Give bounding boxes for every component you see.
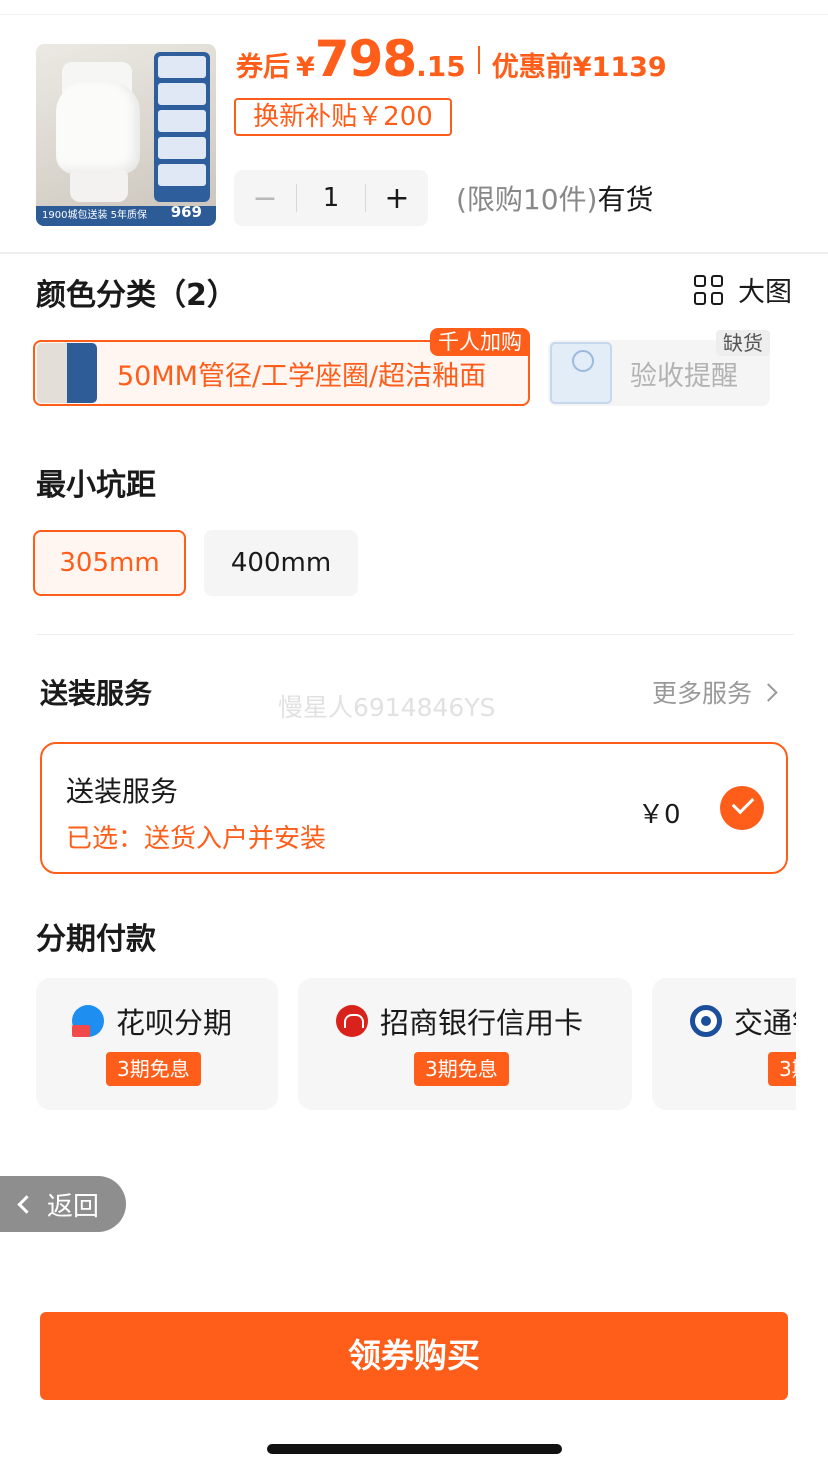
price-separator <box>477 46 480 74</box>
option-thumbnail <box>550 342 612 404</box>
product-thumbnail[interactable]: 1900城包送装 5年质保 969 <box>36 44 216 226</box>
service-card-selected: 已选：送货入户并安装 <box>66 824 327 854</box>
toilet-base-shape <box>70 170 128 202</box>
popular-tag: 千人加购 <box>430 328 530 356</box>
top-divider <box>0 14 828 15</box>
installment-option-huabei[interactable]: 花呗分期 3期免息 <box>36 978 278 1110</box>
thumbnail-strip-price: 969 <box>170 203 202 221</box>
out-of-stock-tag: 缺货 <box>716 330 770 356</box>
grid-icon <box>694 274 724 305</box>
huabei-icon <box>72 1005 104 1037</box>
feature-panel <box>154 52 210 202</box>
chevron-left-icon <box>17 1194 36 1214</box>
installment-list: 花呗分期 3期免息 招商银行信用卡 3期免息 交通银行信用卡 3期免息 <box>36 978 796 1110</box>
section-divider <box>36 634 794 635</box>
installment-label: 招商银行信用卡 <box>380 1006 584 1040</box>
toilet-bowl-shape <box>56 82 140 174</box>
decrease-button[interactable]: − <box>234 181 296 216</box>
back-label: 返回 <box>47 1191 100 1222</box>
watermark-text: 慢星人6914846YS <box>278 693 496 722</box>
interest-free-badge: 3期免息 <box>414 1052 509 1086</box>
cmb-icon <box>336 1005 368 1037</box>
chevron-right-icon <box>759 682 778 702</box>
size-option-400[interactable]: 400mm <box>204 530 358 596</box>
pre-discount-price: ¥1139 <box>572 52 667 83</box>
bocom-icon <box>690 1005 722 1037</box>
price-integer: 798 <box>314 30 417 88</box>
checkmark-icon[interactable] <box>720 786 764 830</box>
more-services-link[interactable]: 更多服务 <box>652 674 778 710</box>
service-card[interactable]: 送装服务 已选：送货入户并安装 ￥0 <box>40 742 788 874</box>
size-option-305[interactable]: 305mm <box>33 530 186 596</box>
increase-button[interactable]: + <box>366 181 428 216</box>
pre-discount-label: 优惠前 <box>491 52 573 83</box>
color-option-label: 50MM管径/工学座圈/超洁釉面 <box>117 360 487 392</box>
quantity-value[interactable]: 1 <box>297 183 365 213</box>
price-currency: ¥ <box>296 52 315 83</box>
thumbnail-strip-text: 1900城包送装 5年质保 <box>42 210 147 221</box>
stock-info: (限购10件)有货 <box>456 178 654 218</box>
price-decimal: .15 <box>416 50 466 83</box>
installment-label: 花呗分期 <box>116 1006 233 1040</box>
service-section-title: 送装服务 <box>40 677 153 710</box>
service-card-price: ￥0 <box>638 800 681 830</box>
header-divider <box>0 252 828 254</box>
installment-name: 交通银行信用卡 <box>690 1000 796 1042</box>
interest-free-badge: 3期免息 <box>768 1052 796 1086</box>
interest-free-badge: 3期免息 <box>106 1052 201 1086</box>
service-card-title: 送装服务 <box>66 775 179 808</box>
installment-label: 交通银行信用卡 <box>734 1006 796 1040</box>
option-thumbnail <box>37 343 97 403</box>
size-section-title: 最小坑距 <box>36 468 156 503</box>
coupon-buy-button[interactable]: 领券购买 <box>40 1312 788 1400</box>
installment-option-bocom[interactable]: 交通银行信用卡 3期免息 <box>652 978 796 1110</box>
purchase-limit: (限购10件) <box>456 183 598 216</box>
big-view-toggle[interactable]: 大图 <box>694 270 792 309</box>
price-row: 券后 ¥ 798 .15 优惠前 ¥1139 <box>236 30 667 90</box>
installment-section-title: 分期付款 <box>36 922 156 957</box>
stock-status: 有货 <box>597 183 654 216</box>
thumbnail-strip: 1900城包送装 5年质保 969 <box>36 203 216 226</box>
color-section-title: 颜色分类（2） <box>36 278 237 313</box>
quantity-stepper[interactable]: − 1 + <box>234 170 428 226</box>
back-button[interactable]: 返回 <box>0 1176 126 1232</box>
trade-in-subsidy-badge: 换新补贴￥200 <box>234 98 452 136</box>
home-indicator <box>267 1444 562 1454</box>
installment-option-cmb[interactable]: 招商银行信用卡 3期免息 <box>298 978 632 1110</box>
coupon-label: 券后 <box>236 52 290 83</box>
installment-name: 招商银行信用卡 <box>336 1000 583 1042</box>
more-services-label: 更多服务 <box>652 679 753 708</box>
color-option-label: 验收提醒 <box>630 360 738 392</box>
installment-name: 花呗分期 <box>72 1000 232 1042</box>
big-view-label: 大图 <box>738 277 792 308</box>
